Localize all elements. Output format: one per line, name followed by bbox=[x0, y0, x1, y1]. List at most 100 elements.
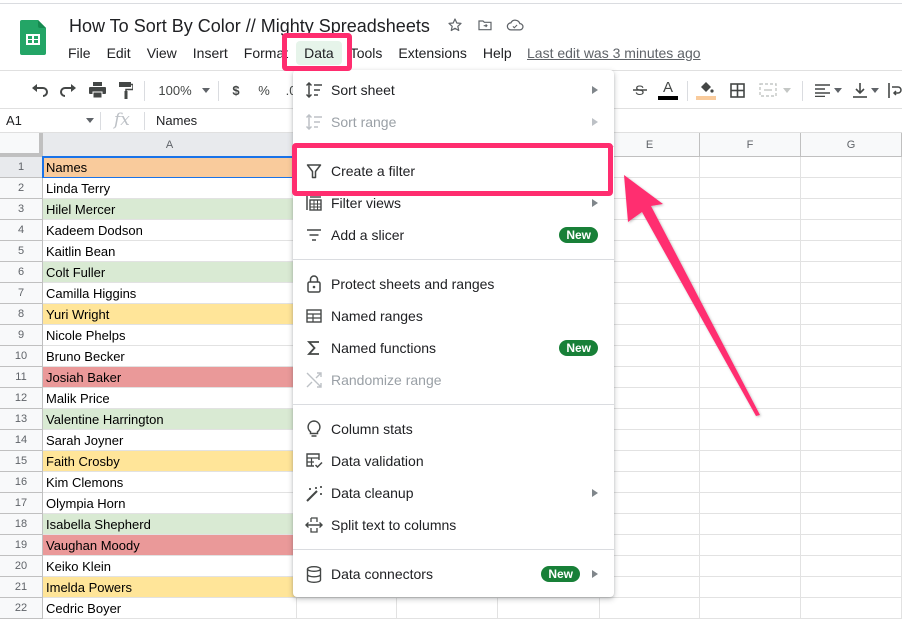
cell-empty[interactable] bbox=[801, 325, 902, 346]
cell-empty[interactable] bbox=[600, 598, 700, 619]
cell-empty[interactable] bbox=[801, 388, 902, 409]
menu-data[interactable]: Data bbox=[296, 41, 342, 65]
cell-a18[interactable]: Isabella Shepherd bbox=[43, 514, 297, 535]
cell-empty[interactable] bbox=[700, 367, 801, 388]
percent-format-button[interactable]: % bbox=[256, 80, 272, 100]
row-header[interactable]: 20 bbox=[0, 556, 43, 577]
cell-empty[interactable] bbox=[498, 598, 600, 619]
cell-a3[interactable]: Hilel Mercer bbox=[43, 199, 297, 220]
cell-empty[interactable] bbox=[600, 514, 700, 535]
cell-empty[interactable] bbox=[700, 577, 801, 598]
menu-item-filter-views[interactable]: Filter views bbox=[293, 187, 614, 219]
document-title[interactable]: How To Sort By Color // Mighty Spreadshe… bbox=[69, 16, 430, 37]
cell-empty[interactable] bbox=[600, 157, 700, 178]
menu-item-data-cleanup[interactable]: Data cleanup bbox=[293, 477, 614, 509]
cell-a5[interactable]: Kaitlin Bean bbox=[43, 241, 297, 262]
row-header[interactable]: 11 bbox=[0, 367, 43, 388]
star-icon[interactable] bbox=[446, 16, 464, 34]
cell-a10[interactable]: Bruno Becker bbox=[43, 346, 297, 367]
cell-empty[interactable] bbox=[700, 199, 801, 220]
menu-item-data-connectors[interactable]: Data connectors New bbox=[293, 558, 614, 590]
row-header[interactable]: 10 bbox=[0, 346, 43, 367]
row-header[interactable]: 19 bbox=[0, 535, 43, 556]
cell-empty[interactable] bbox=[600, 220, 700, 241]
paint-format-icon[interactable] bbox=[116, 80, 136, 100]
column-header-e[interactable]: E bbox=[600, 133, 700, 157]
cell-empty[interactable] bbox=[600, 535, 700, 556]
menu-edit[interactable]: Edit bbox=[99, 41, 139, 65]
column-header-f[interactable]: F bbox=[700, 133, 801, 157]
menu-item-add-a-slicer[interactable]: Add a slicer New bbox=[293, 219, 614, 251]
cell-empty[interactable] bbox=[600, 556, 700, 577]
menu-item-sort-sheet[interactable]: Sort sheet bbox=[293, 74, 614, 106]
cell-empty[interactable] bbox=[801, 514, 902, 535]
cell-empty[interactable] bbox=[297, 598, 397, 619]
cell-empty[interactable] bbox=[700, 346, 801, 367]
cell-empty[interactable] bbox=[600, 472, 700, 493]
merge-cells-button[interactable] bbox=[756, 80, 794, 100]
menu-view[interactable]: View bbox=[139, 41, 185, 65]
cell-empty[interactable] bbox=[600, 409, 700, 430]
cell-empty[interactable] bbox=[600, 304, 700, 325]
formula-input[interactable]: Names bbox=[156, 113, 197, 128]
cell-a6[interactable]: Colt Fuller bbox=[43, 262, 297, 283]
horizontal-align-button[interactable] bbox=[812, 80, 844, 100]
cell-a22[interactable]: Cedric Boyer bbox=[43, 598, 297, 619]
cell-a7[interactable]: Camilla Higgins bbox=[43, 283, 297, 304]
cell-a8[interactable]: Yuri Wright bbox=[43, 304, 297, 325]
last-edit-link[interactable]: Last edit was 3 minutes ago bbox=[527, 45, 701, 61]
cell-empty[interactable] bbox=[700, 241, 801, 262]
cell-a16[interactable]: Kim Clemons bbox=[43, 472, 297, 493]
cell-a14[interactable]: Sarah Joyner bbox=[43, 430, 297, 451]
cell-empty[interactable] bbox=[600, 451, 700, 472]
row-header[interactable]: 3 bbox=[0, 199, 43, 220]
cell-empty[interactable] bbox=[801, 199, 902, 220]
cell-empty[interactable] bbox=[801, 304, 902, 325]
cell-empty[interactable] bbox=[801, 577, 902, 598]
select-all-corner[interactable] bbox=[0, 133, 43, 157]
cell-a13[interactable]: Valentine Harrington bbox=[43, 409, 297, 430]
fill-color-button[interactable] bbox=[696, 80, 716, 100]
move-folder-icon[interactable] bbox=[476, 16, 494, 34]
row-header[interactable]: 5 bbox=[0, 241, 43, 262]
cell-empty[interactable] bbox=[700, 388, 801, 409]
cell-empty[interactable] bbox=[600, 262, 700, 283]
cell-empty[interactable] bbox=[801, 430, 902, 451]
cell-a4[interactable]: Kadeem Dodson bbox=[43, 220, 297, 241]
cell-empty[interactable] bbox=[801, 178, 902, 199]
cell-empty[interactable] bbox=[397, 598, 498, 619]
row-header[interactable]: 18 bbox=[0, 514, 43, 535]
cell-empty[interactable] bbox=[801, 451, 902, 472]
row-header[interactable]: 16 bbox=[0, 472, 43, 493]
strikethrough-icon[interactable]: S bbox=[632, 80, 648, 100]
column-header-g[interactable]: G bbox=[801, 133, 902, 157]
cell-empty[interactable] bbox=[700, 220, 801, 241]
cell-empty[interactable] bbox=[801, 220, 902, 241]
zoom-select[interactable]: 100% bbox=[154, 80, 214, 100]
cell-empty[interactable] bbox=[700, 514, 801, 535]
cell-a11[interactable]: Josiah Baker bbox=[43, 367, 297, 388]
row-header[interactable]: 2 bbox=[0, 178, 43, 199]
cell-a9[interactable]: Nicole Phelps bbox=[43, 325, 297, 346]
row-header[interactable]: 6 bbox=[0, 262, 43, 283]
currency-format-button[interactable]: $ bbox=[228, 80, 244, 100]
google-sheets-logo[interactable] bbox=[20, 20, 46, 55]
text-wrap-icon[interactable] bbox=[888, 80, 902, 100]
cell-empty[interactable] bbox=[801, 598, 902, 619]
redo-icon[interactable] bbox=[58, 80, 78, 100]
cell-empty[interactable] bbox=[801, 262, 902, 283]
menu-item-create-a-filter[interactable]: Create a filter bbox=[293, 155, 614, 187]
row-header[interactable]: 17 bbox=[0, 493, 43, 514]
cell-a20[interactable]: Keiko Klein bbox=[43, 556, 297, 577]
cell-empty[interactable] bbox=[700, 430, 801, 451]
cell-empty[interactable] bbox=[600, 577, 700, 598]
row-header[interactable]: 22 bbox=[0, 598, 43, 619]
cell-empty[interactable] bbox=[801, 472, 902, 493]
cell-empty[interactable] bbox=[600, 283, 700, 304]
cell-empty[interactable] bbox=[700, 262, 801, 283]
cell-empty[interactable] bbox=[801, 157, 902, 178]
menu-file[interactable]: File bbox=[60, 41, 99, 65]
name-box[interactable]: A1 bbox=[6, 113, 22, 128]
text-color-button[interactable]: A bbox=[658, 80, 678, 100]
row-header[interactable]: 9 bbox=[0, 325, 43, 346]
